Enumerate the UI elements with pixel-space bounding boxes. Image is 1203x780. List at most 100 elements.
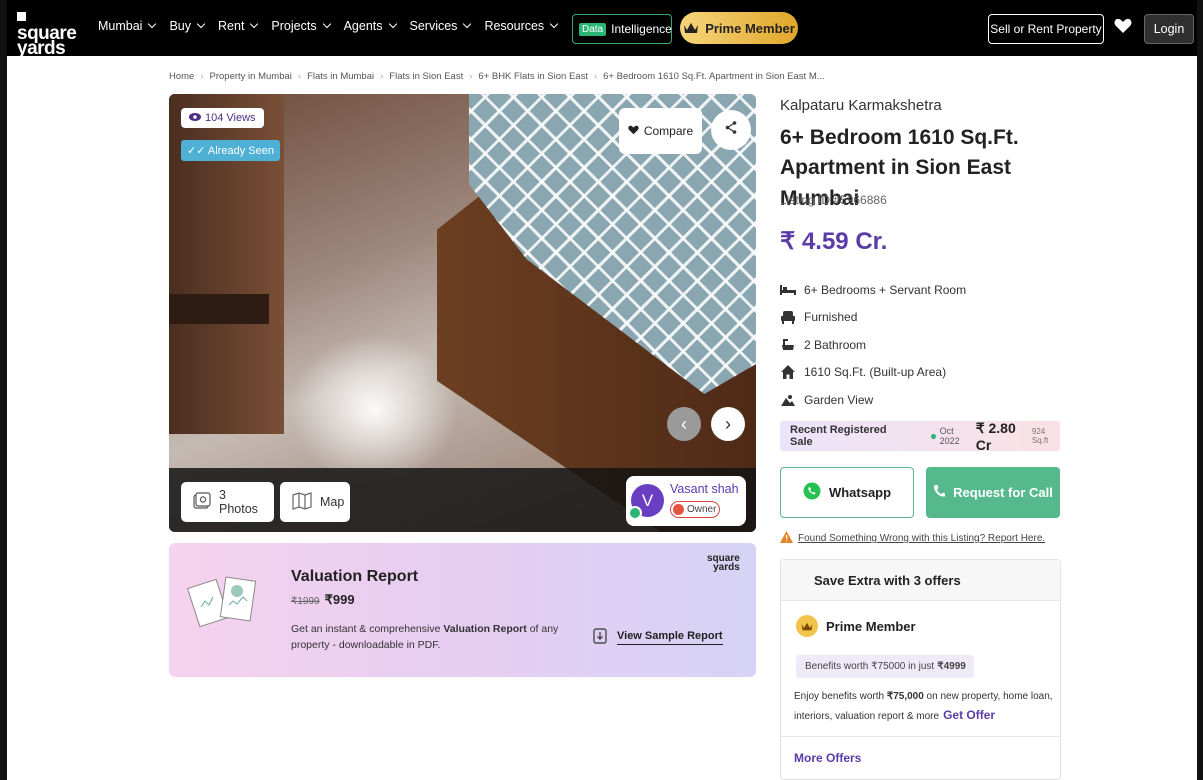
chevron-down-icon — [322, 19, 331, 29]
data-intelligence-button[interactable]: Data Intelligence — [572, 14, 672, 44]
main-menu: Mumbai Buy Rent Projects Agents Services… — [98, 19, 571, 33]
squareyards-logo: square yards — [707, 553, 740, 573]
menu-rent[interactable]: Rent — [218, 19, 259, 33]
download-icon — [593, 628, 607, 647]
photos-button[interactable]: 3 Photos — [181, 482, 274, 522]
owner-badge: Owner — [670, 501, 720, 518]
breadcrumb-separator: › — [380, 71, 384, 82]
agent-card[interactable]: V Vasant shah Owner — [626, 476, 746, 526]
already-seen-label: Already Seen — [207, 145, 274, 157]
bathtub-icon — [780, 338, 796, 352]
data-tag: Data — [579, 22, 607, 36]
recent-registered-sale: Recent Registered Sale Oct 2022 ₹ 2.80 C… — [780, 419, 1060, 453]
report-documents-icon — [186, 573, 267, 633]
listing-id: Listing ID #5966886 — [780, 193, 887, 207]
spec-area: 1610 Sq.Ft. (Built-up Area) — [780, 359, 966, 387]
menu-mumbai[interactable]: Mumbai — [98, 19, 157, 33]
login-button[interactable]: Login — [1144, 14, 1194, 44]
valuation-description: Get an instant & comprehensive Valuation… — [291, 623, 559, 652]
sell-or-rent-button[interactable]: Sell or Rent Property — [988, 14, 1104, 44]
property-specs: 6+ Bedrooms + Servant Room Furnished 2 B… — [780, 276, 966, 414]
spec-view: Garden View — [780, 386, 966, 414]
chevron-left-icon: ‹ — [681, 413, 687, 434]
agent-name: Vasant shah — [670, 482, 739, 496]
previous-photo-button[interactable]: ‹ — [667, 407, 701, 441]
map-label: Map — [320, 495, 345, 509]
next-photo-button[interactable]: › — [711, 407, 745, 441]
menu-projects[interactable]: Projects — [271, 19, 331, 33]
offers-panel: Save Extra with 3 offers Prime Member Be… — [780, 559, 1061, 780]
get-offer-link[interactable]: Get Offer — [943, 708, 995, 722]
double-check-icon: ✓✓ — [187, 145, 206, 157]
phone-icon — [628, 506, 642, 520]
request-call-button[interactable]: Request for Call — [926, 467, 1060, 518]
prime-member-button[interactable]: Prime Member — [680, 12, 798, 44]
menu-resources[interactable]: Resources — [484, 19, 559, 33]
bed-icon — [780, 283, 796, 297]
breadcrumb-separator: › — [297, 71, 302, 82]
breadcrumb-6bhk-sion-east[interactable]: 6+ BHK Flats in Sion East — [478, 71, 588, 82]
breadcrumb-current: 6+ Bedroom 1610 Sq.Ft. Apartment in Sion… — [603, 71, 825, 82]
chevron-down-icon — [148, 19, 157, 29]
breadcrumb-separator: › — [469, 71, 473, 82]
squareyards-logo[interactable]: square yards — [17, 10, 87, 58]
home-icon — [780, 365, 796, 380]
chevron-down-icon — [196, 19, 206, 29]
chevron-down-icon — [463, 19, 472, 29]
heart-icon — [628, 124, 639, 138]
avatar-initial: V — [641, 490, 654, 510]
status-dot-icon — [931, 433, 936, 439]
breadcrumb-home[interactable]: Home — [169, 71, 194, 82]
recent-sale-amount: ₹ 2.80 Cr — [975, 419, 1016, 453]
sofa-icon — [780, 310, 796, 325]
breadcrumb-property-mumbai[interactable]: Property in Mumbai — [210, 71, 292, 82]
benefits-tag: Benefits worth ₹75000 in just ₹4999 — [796, 655, 974, 678]
prime-member-offer[interactable]: Prime Member — [796, 615, 916, 637]
share-button[interactable] — [711, 110, 751, 150]
views-badge: 104 Views — [181, 108, 264, 128]
menu-buy[interactable]: Buy — [169, 19, 206, 33]
menu-services[interactable]: Services — [410, 19, 472, 33]
share-icon — [725, 121, 737, 139]
chevron-down-icon — [388, 19, 397, 29]
map-button[interactable]: Map — [280, 482, 350, 522]
breadcrumb-separator: › — [200, 71, 204, 82]
breadcrumb-flats-mumbai[interactable]: Flats in Mumbai — [307, 71, 374, 82]
eye-icon — [189, 112, 201, 124]
whatsapp-label: Whatsapp — [828, 485, 892, 500]
old-price: ₹1999 — [291, 596, 320, 607]
report-listing-label: Found Something Wrong with this Listing?… — [798, 533, 1046, 544]
prime-member-label: Prime Member — [705, 20, 795, 36]
valuation-report-banner[interactable]: Valuation Report ₹1999 ₹999 Get an insta… — [169, 543, 756, 677]
spec-bedrooms: 6+ Bedrooms + Servant Room — [780, 276, 966, 304]
whatsapp-button[interactable]: Whatsapp — [780, 467, 914, 518]
valuation-price: ₹1999 ₹999 — [291, 592, 355, 608]
report-listing-link[interactable]: Found Something Wrong with this Listing?… — [780, 531, 1045, 546]
breadcrumb-flats-sion-east[interactable]: Flats in Sion East — [389, 71, 463, 82]
crown-icon — [796, 615, 818, 637]
project-name[interactable]: Kalpataru Karmakshetra — [780, 97, 942, 114]
recent-sale-month: Oct 2022 — [939, 426, 960, 446]
compare-label: Compare — [643, 124, 694, 138]
chevron-down-icon — [250, 19, 259, 29]
favorites-heart-icon[interactable] — [1114, 18, 1132, 39]
top-navbar: square yards Mumbai Buy Rent Projects Age… — [7, 0, 1197, 58]
view-sample-report-label: View Sample Report — [617, 630, 723, 645]
offer-description: Enjoy benefits worth ₹75,000 on new prop… — [794, 691, 1053, 722]
chevron-down-icon — [549, 19, 559, 29]
spec-furnishing: Furnished — [780, 304, 966, 332]
menu-agents[interactable]: Agents — [344, 19, 397, 33]
views-count: 104 Views — [205, 112, 256, 124]
valuation-title: Valuation Report — [291, 568, 419, 585]
more-offers-link[interactable]: More Offers — [781, 736, 1060, 779]
crown-icon — [683, 22, 699, 34]
view-sample-report-link[interactable]: View Sample Report — [593, 628, 723, 647]
photo-gallery[interactable]: 104 Views ✓✓ Already Seen Compare ‹ › 3 … — [169, 94, 756, 532]
prime-member-offer-title: Prime Member — [826, 618, 916, 634]
avatar: V — [628, 484, 664, 520]
new-price: ₹999 — [324, 592, 355, 607]
landscape-icon — [780, 393, 796, 407]
compare-button[interactable]: Compare — [619, 108, 702, 154]
intelligence-label: Intelligence — [611, 22, 672, 36]
whatsapp-icon — [803, 482, 821, 503]
